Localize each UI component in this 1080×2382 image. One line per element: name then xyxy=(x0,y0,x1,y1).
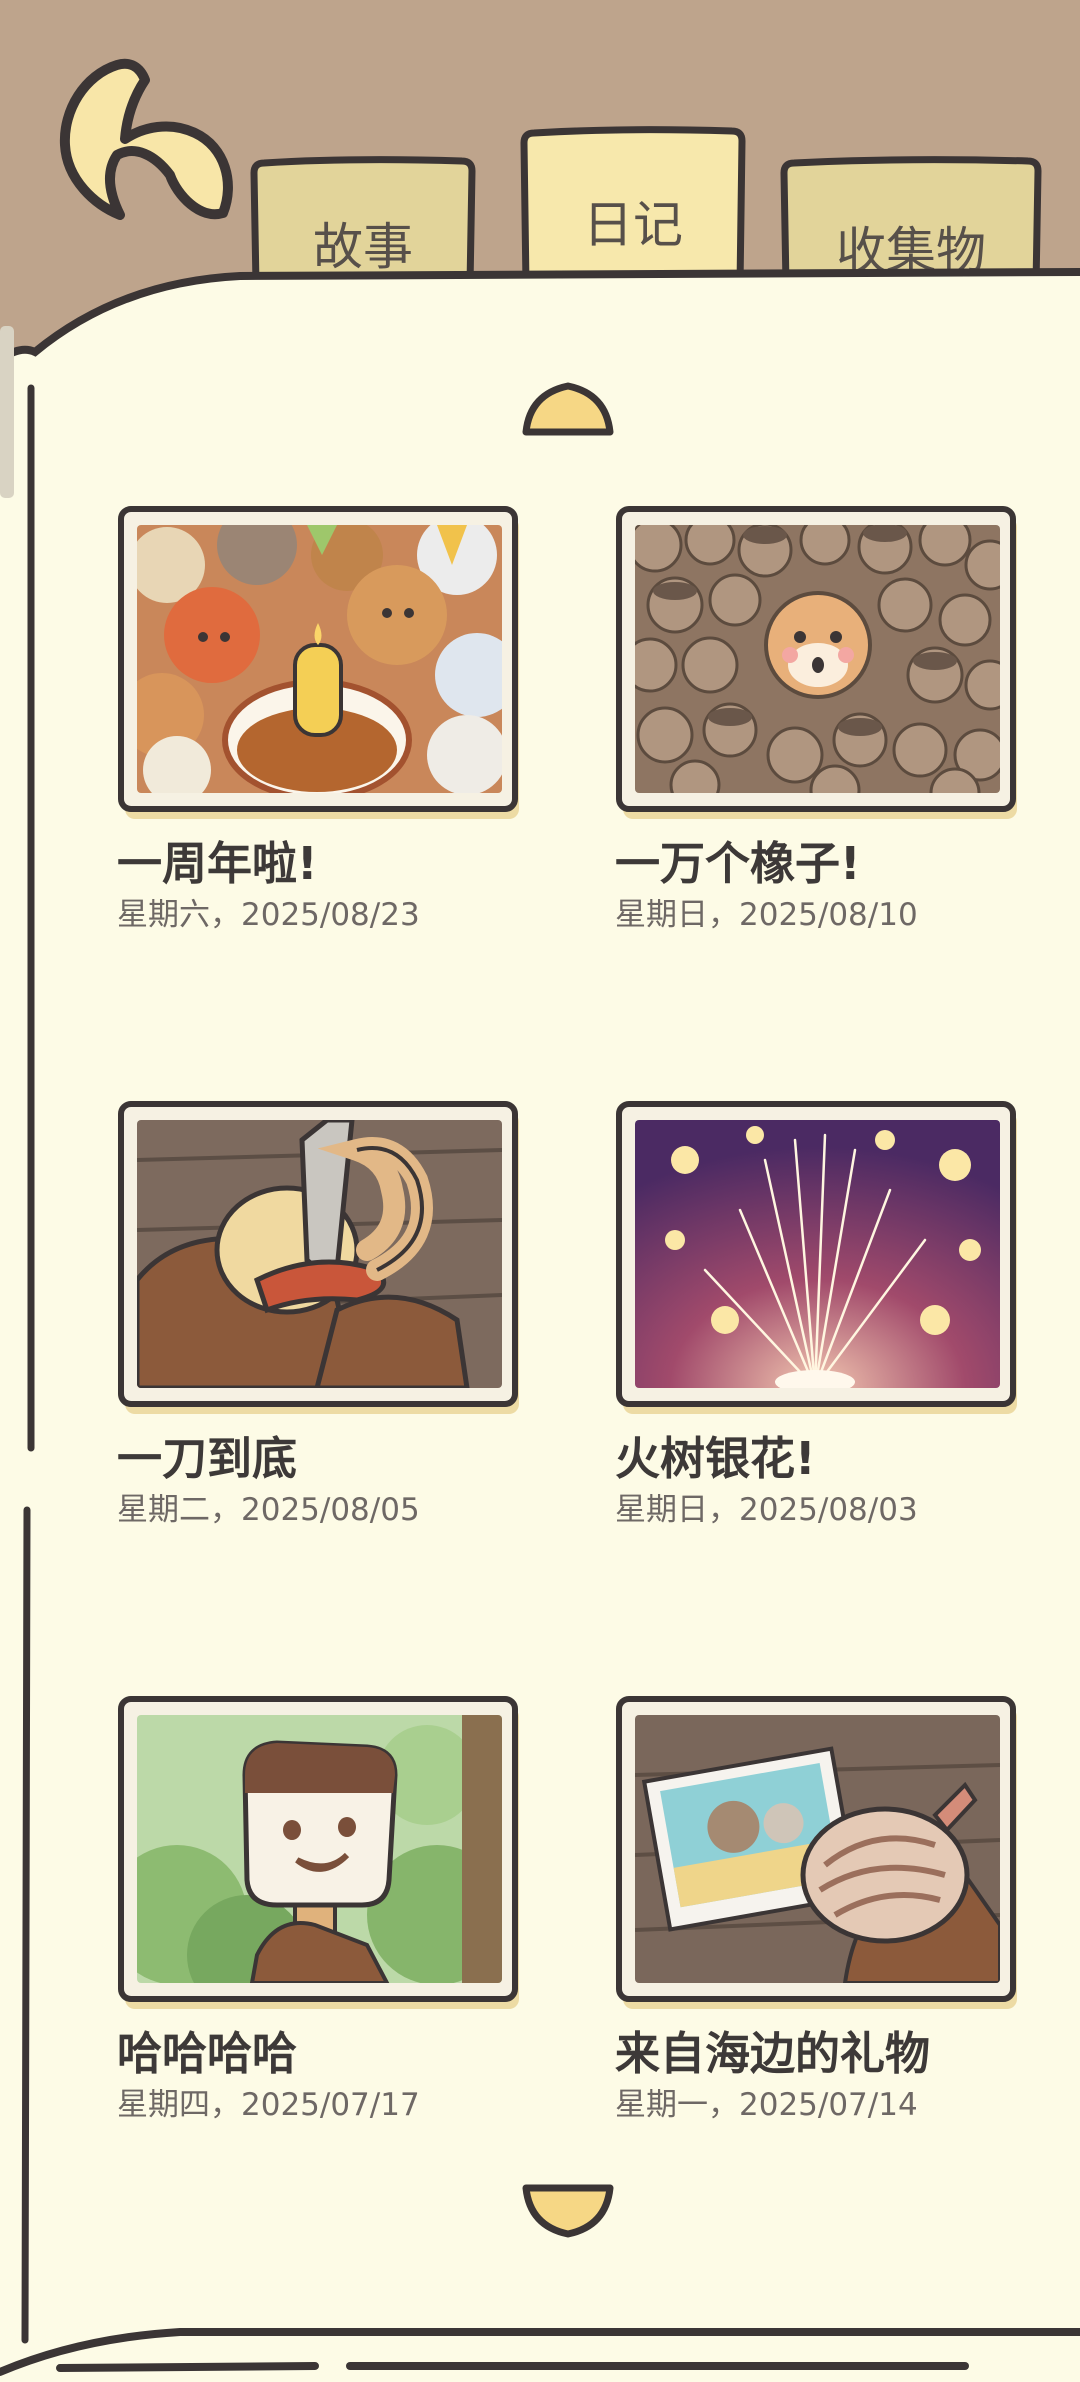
entry-title: 来自海边的礼物 xyxy=(615,2027,931,2080)
photo-ice-cream-bar xyxy=(137,1715,502,1983)
entry-title: 火树银花! xyxy=(615,1432,816,1485)
ice-cream-bar-illustration xyxy=(137,1715,502,1983)
seashell-gift-illustration xyxy=(635,1715,1000,1983)
photo-frame xyxy=(615,1695,1020,2009)
entry-date: 星期六，2025/08/23 xyxy=(117,897,420,933)
page-up-button[interactable] xyxy=(520,380,616,440)
entry-date: 星期二，2025/08/05 xyxy=(117,1492,420,1528)
entry-date: 星期一，2025/07/14 xyxy=(615,2087,918,2123)
acorn-pile-illustration xyxy=(635,525,1000,793)
entry-date: 星期日，2025/08/10 xyxy=(615,897,918,933)
entry-date: 星期日，2025/08/03 xyxy=(615,1492,918,1528)
photo-frame xyxy=(615,505,1020,819)
photo-frame xyxy=(117,1100,522,1414)
photo-frame xyxy=(117,505,522,819)
entry-title: 一周年啦! xyxy=(117,837,318,890)
photo-acorn-pile xyxy=(635,525,1000,793)
entry-date: 星期四，2025/07/17 xyxy=(117,2087,420,2123)
entry-title: 哈哈哈哈 xyxy=(117,2027,298,2080)
photo-anniversary-party xyxy=(137,525,502,793)
chevron-up-icon xyxy=(522,382,614,436)
photo-fireworks xyxy=(635,1120,1000,1388)
fireworks-illustration xyxy=(635,1120,1000,1388)
page-down-button[interactable] xyxy=(520,2180,616,2240)
photo-frame xyxy=(615,1100,1020,1414)
photo-frame xyxy=(117,1695,522,2009)
knife-peeling-illustration xyxy=(137,1120,502,1388)
photo-seashell-gift xyxy=(635,1715,1000,1983)
entry-title: 一刀到底 xyxy=(117,1432,298,1485)
photo-knife-peeling xyxy=(137,1120,502,1388)
entry-title: 一万个橡子! xyxy=(615,837,861,890)
party-animals-illustration xyxy=(137,525,502,793)
chevron-down-icon xyxy=(522,2184,614,2238)
